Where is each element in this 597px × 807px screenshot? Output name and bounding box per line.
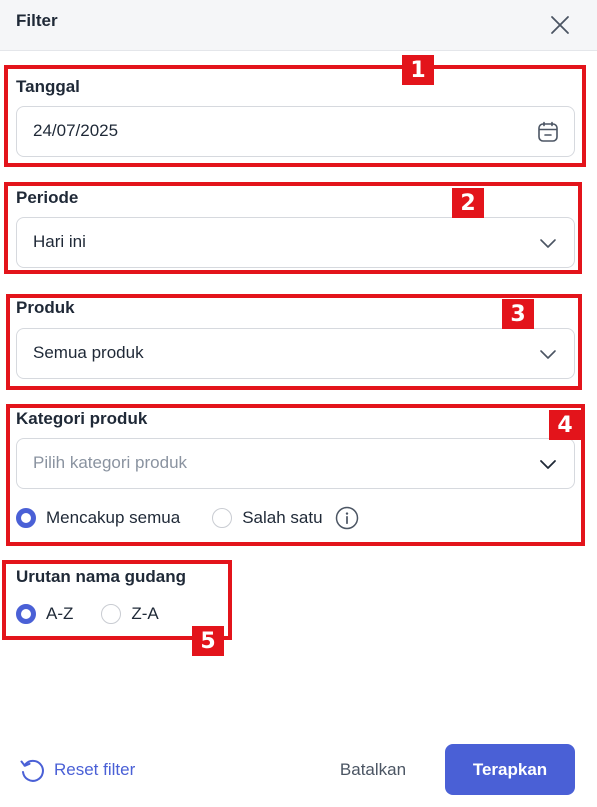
annotation-box-1 bbox=[4, 65, 586, 167]
filter-header: Filter bbox=[0, 0, 597, 51]
annotation-label-4: 4 bbox=[549, 410, 581, 440]
close-button[interactable] bbox=[546, 11, 574, 39]
reset-filter-label: Reset filter bbox=[54, 760, 136, 779]
close-icon bbox=[551, 16, 569, 34]
annotation-label-3: 3 bbox=[502, 299, 534, 329]
filter-title: Filter bbox=[16, 11, 58, 30]
annotation-label-2: 2 bbox=[452, 188, 484, 218]
reset-icon bbox=[20, 759, 44, 782]
annotation-box-4 bbox=[6, 404, 585, 546]
reset-filter-button[interactable]: Reset filter bbox=[18, 756, 135, 784]
annotation-box-3 bbox=[6, 294, 582, 390]
apply-button[interactable]: Terapkan bbox=[445, 744, 575, 795]
annotation-box-2 bbox=[4, 182, 582, 274]
annotation-label-5: 5 bbox=[192, 626, 224, 656]
annotation-label-1: 1 bbox=[402, 55, 434, 85]
cancel-button[interactable]: Batalkan bbox=[324, 754, 422, 786]
